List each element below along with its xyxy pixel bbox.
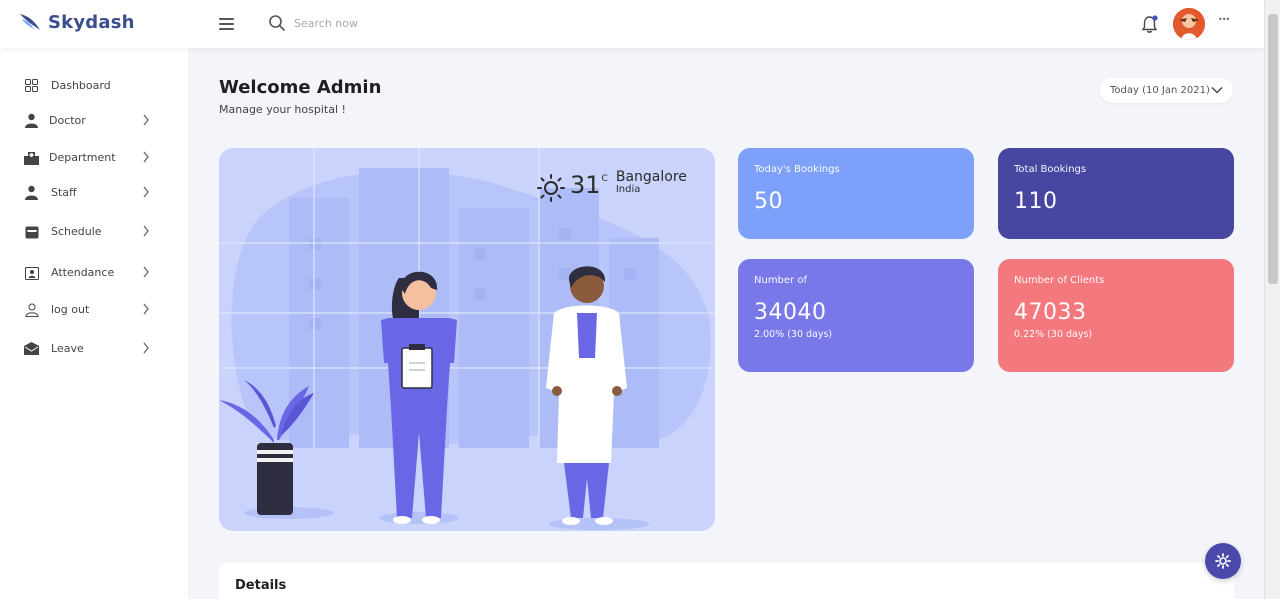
avatar-image [1173, 8, 1205, 40]
chevron-right-icon [143, 151, 149, 163]
sun-icon [537, 174, 565, 202]
weather-temperature: 31 [570, 171, 601, 199]
stat-card-title: Number of Clients [1014, 275, 1105, 286]
sidebar-item-label: Department [49, 151, 116, 164]
menu-line [219, 23, 234, 25]
brand-name: Skydash [48, 11, 135, 33]
weather-unit: C [601, 174, 608, 184]
avatar[interactable] [1173, 8, 1205, 40]
attendance-icon [24, 265, 39, 280]
top-bar: Skydash ••• [0, 0, 1264, 48]
stat-card-value: 110 [1014, 189, 1058, 214]
sidebar-item-attendance[interactable]: Attendance [24, 265, 154, 280]
stat-card-number-of-clients[interactable]: Number of Clients 47033 0.22% (30 days) [998, 259, 1234, 372]
user-icon [24, 185, 39, 200]
chevron-right-icon [143, 266, 149, 278]
sidebar-item-dashboard[interactable]: Dashboard [24, 78, 154, 93]
stat-card-todays-bookings[interactable]: Today's Bookings 50 [738, 148, 974, 239]
search-icon[interactable] [268, 14, 286, 32]
sidebar: Dashboard Doctor Department Staff Schedu… [0, 48, 188, 599]
sidebar-item-label: log out [51, 303, 90, 316]
stat-card-value: 47033 [1014, 300, 1087, 325]
sidebar-item-logout[interactable]: log out [24, 302, 154, 317]
page-subtitle: Manage your hospital ! [219, 103, 346, 116]
sidebar-item-label: Attendance [51, 266, 115, 279]
stat-card-title: Number of [754, 275, 807, 286]
chevron-right-icon [143, 225, 149, 237]
envelope-icon [24, 341, 39, 356]
menu-line [219, 28, 234, 30]
sidebar-item-label: Staff [51, 186, 77, 199]
date-filter-dropdown[interactable]: Today (10 Jan 2021) [1100, 78, 1233, 103]
notification-bell-icon[interactable] [1141, 15, 1158, 34]
chevron-right-icon [143, 342, 149, 354]
settings-button[interactable] [1205, 543, 1241, 579]
hero-illustration-card [219, 148, 715, 531]
hospital-icon [24, 150, 39, 165]
stat-card-change: 0.22% (30 days) [1014, 329, 1093, 340]
user-outline-icon [24, 302, 39, 317]
weather-country: India [615, 184, 641, 195]
page-title: Welcome Admin [219, 77, 382, 98]
stat-card-value: 34040 [754, 300, 827, 325]
chevron-right-icon [143, 114, 149, 126]
stat-card-title: Today's Bookings [754, 164, 840, 175]
page-scrollbar[interactable] [1264, 0, 1280, 599]
date-filter-label: Today (10 Jan 2021) [1110, 85, 1210, 96]
stat-card-total-bookings[interactable]: Total Bookings 110 [998, 148, 1234, 239]
user-doctor-icon [24, 113, 39, 128]
chevron-right-icon [143, 186, 149, 198]
profile-menu-dots[interactable]: ••• [1218, 15, 1230, 24]
weather-location: Bangalore India [616, 170, 687, 195]
sidebar-item-schedule[interactable]: Schedule [24, 224, 154, 239]
search-bar [268, 14, 434, 32]
sidebar-item-staff[interactable]: Staff [24, 185, 154, 200]
stat-card-change: 2.00% (30 days) [754, 329, 833, 340]
stat-card-value: 50 [754, 189, 783, 214]
sidebar-item-label: Doctor [49, 114, 86, 127]
logo-icon [20, 14, 40, 30]
chevron-right-icon [143, 303, 149, 315]
chevron-down-icon [1211, 87, 1223, 94]
menu-line [219, 18, 234, 20]
sidebar-item-label: Leave [51, 342, 84, 355]
sidebar-item-leave[interactable]: Leave [24, 341, 154, 356]
gear-icon [1215, 553, 1231, 569]
grid-icon [24, 78, 39, 93]
stat-card-number-of[interactable]: Number of 34040 2.00% (30 days) [738, 259, 974, 372]
stat-card-title: Total Bookings [1014, 164, 1087, 175]
search-input[interactable] [294, 16, 434, 30]
scrollbar-thumb[interactable] [1268, 14, 1278, 284]
weather-city: Bangalore [615, 169, 687, 185]
details-title: Details [235, 578, 287, 593]
sidebar-item-doctor[interactable]: Doctor [24, 113, 154, 128]
calendar-icon [24, 224, 39, 239]
sidebar-item-department[interactable]: Department [24, 150, 154, 165]
hospital-illustration [219, 148, 715, 530]
weather-widget: 31 C Bangalore India [536, 170, 687, 203]
brand[interactable]: Skydash [18, 10, 135, 34]
sidebar-item-label: Dashboard [51, 79, 111, 92]
menu-toggle-button[interactable] [219, 18, 234, 30]
sidebar-item-label: Schedule [51, 225, 102, 238]
details-panel: Details [219, 563, 1234, 599]
